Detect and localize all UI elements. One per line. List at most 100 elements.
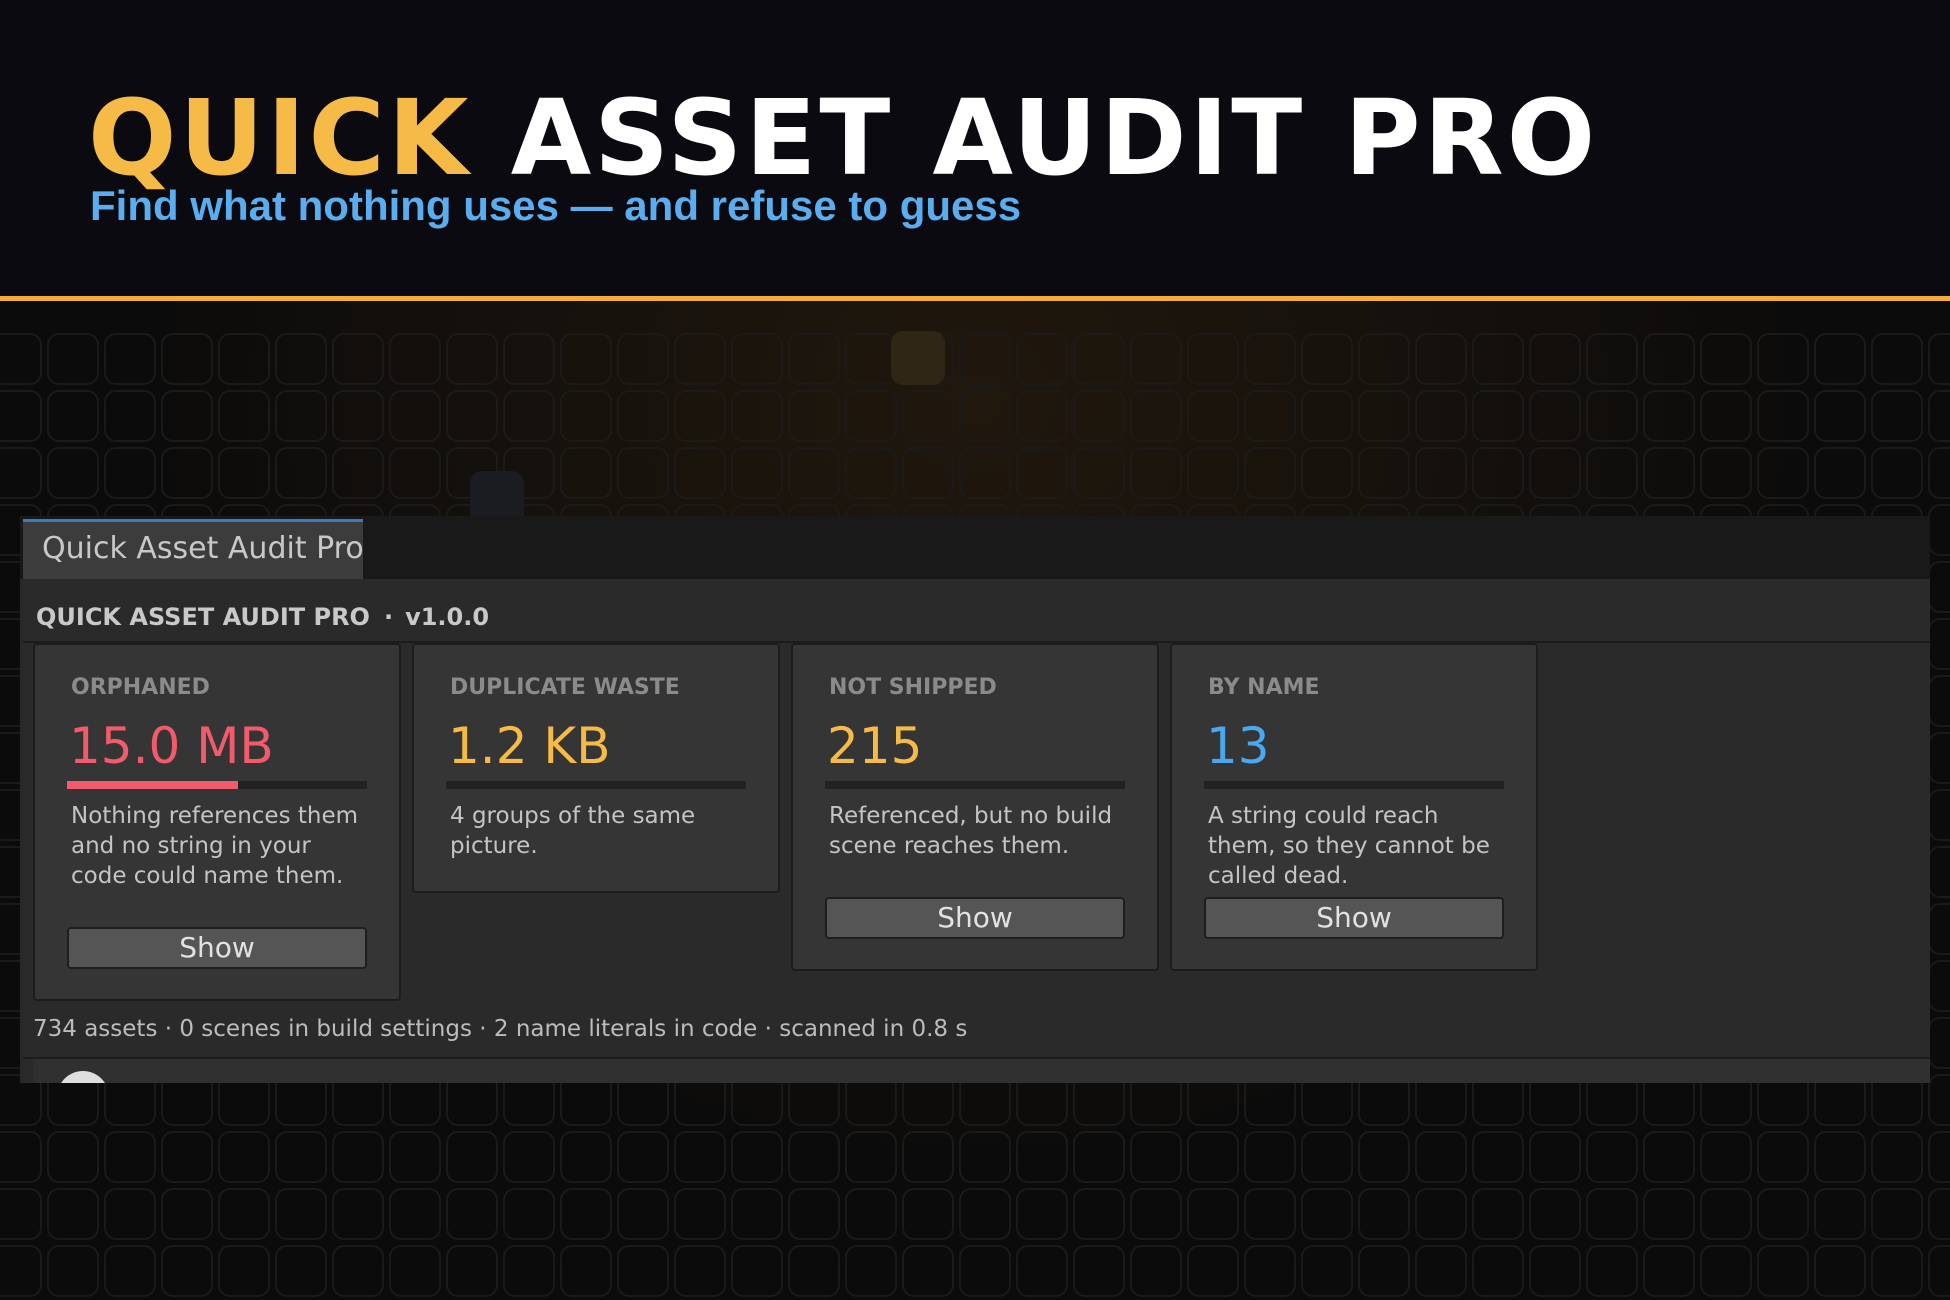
background-tile xyxy=(1073,333,1125,385)
show-by-name-button[interactable]: Show xyxy=(1204,897,1504,939)
background-tile xyxy=(0,333,42,385)
background-tile xyxy=(332,447,384,499)
background-tile xyxy=(218,1131,270,1183)
background-tile xyxy=(1757,1188,1809,1240)
background-tile xyxy=(503,390,555,442)
background-tile xyxy=(1472,390,1524,442)
background-tile xyxy=(1016,1188,1068,1240)
background-tile xyxy=(1586,1245,1638,1297)
background-tile xyxy=(1814,390,1866,442)
background-tile xyxy=(1757,1131,1809,1183)
background-tile xyxy=(1130,333,1182,385)
background-tile xyxy=(1187,1188,1239,1240)
background-tile xyxy=(161,390,213,442)
background-tile xyxy=(1073,1188,1125,1240)
background-tile xyxy=(1700,333,1752,385)
background-tile xyxy=(1814,1188,1866,1240)
background-tile xyxy=(0,1188,42,1240)
circle-icon[interactable] xyxy=(57,1071,109,1083)
background-tile xyxy=(1073,1131,1125,1183)
background-tile xyxy=(1928,789,1950,841)
background-tile xyxy=(1415,447,1467,499)
background-tile xyxy=(104,1188,156,1240)
background-tile xyxy=(1586,447,1638,499)
background-highlight-tile xyxy=(891,331,945,385)
background-tile xyxy=(1757,1245,1809,1297)
background-tile xyxy=(1586,1131,1638,1183)
background-tile xyxy=(1016,1131,1068,1183)
background-tile xyxy=(560,333,612,385)
background-tile xyxy=(1643,1131,1695,1183)
background-tile xyxy=(1928,903,1950,955)
background-tile xyxy=(674,390,726,442)
background-tile xyxy=(788,333,840,385)
card-description: Referenced, but no build scene reaches t… xyxy=(829,803,1113,859)
card-label: DUPLICATE WASTE xyxy=(450,675,680,700)
background-tile xyxy=(1016,447,1068,499)
card-label: BY NAME xyxy=(1208,675,1320,700)
background-tile xyxy=(275,1131,327,1183)
background-tile xyxy=(674,1188,726,1240)
card-duplicate-waste: DUPLICATE WASTE 1.2 KB 4 groups of the s… xyxy=(412,643,780,893)
background-tile xyxy=(617,390,669,442)
background-tile xyxy=(788,1131,840,1183)
show-orphaned-button[interactable]: Show xyxy=(67,927,367,969)
background-tile xyxy=(1814,1245,1866,1297)
background-tile xyxy=(503,1131,555,1183)
banner-headline: QUICK ASSET AUDIT PRO xyxy=(88,82,1598,194)
progress-bar xyxy=(825,781,1125,789)
background-tile xyxy=(902,447,954,499)
background-tile xyxy=(560,1245,612,1297)
show-not-shipped-button[interactable]: Show xyxy=(825,897,1125,939)
background-tile xyxy=(560,447,612,499)
background-tile xyxy=(389,390,441,442)
background-tile xyxy=(1415,1188,1467,1240)
background-tile xyxy=(275,390,327,442)
background-tile xyxy=(902,390,954,442)
background-tile xyxy=(731,333,783,385)
background-tile xyxy=(674,333,726,385)
background-tile xyxy=(1700,1188,1752,1240)
background-tile xyxy=(1187,390,1239,442)
tab-bar: Quick Asset Audit Pro xyxy=(20,516,1930,579)
background-tile xyxy=(617,1188,669,1240)
background-tile xyxy=(674,1131,726,1183)
background-tile xyxy=(1472,333,1524,385)
background-tile xyxy=(1016,390,1068,442)
background-tile xyxy=(1871,1245,1923,1297)
background-tile xyxy=(446,390,498,442)
tab-quick-asset-audit-pro[interactable]: Quick Asset Audit Pro xyxy=(23,519,364,579)
background-tile xyxy=(1130,1188,1182,1240)
background-tile xyxy=(1016,1245,1068,1297)
background-tile xyxy=(1529,390,1581,442)
background-tile xyxy=(560,390,612,442)
background-tile xyxy=(332,333,384,385)
background-tile xyxy=(731,1245,783,1297)
card-label: NOT SHIPPED xyxy=(829,675,997,700)
bottom-panel xyxy=(33,1059,1930,1083)
background-tile xyxy=(332,1131,384,1183)
background-tile xyxy=(1244,1188,1296,1240)
background-tile xyxy=(560,1131,612,1183)
background-tile xyxy=(1814,333,1866,385)
background-tile xyxy=(218,333,270,385)
background-tile xyxy=(275,333,327,385)
background-tile xyxy=(1529,447,1581,499)
background-tile xyxy=(731,390,783,442)
background-tile xyxy=(617,1245,669,1297)
background-tile xyxy=(1301,1188,1353,1240)
progress-bar xyxy=(67,781,367,789)
background-tile xyxy=(161,333,213,385)
background-tile xyxy=(1814,1131,1866,1183)
progress-fill xyxy=(67,781,238,789)
background-tile xyxy=(1928,1074,1950,1126)
background-tile xyxy=(1529,1188,1581,1240)
background-tile xyxy=(389,1245,441,1297)
background-tile xyxy=(1643,390,1695,442)
background-tile xyxy=(389,447,441,499)
background-tile xyxy=(845,1188,897,1240)
background-tile xyxy=(1928,618,1950,670)
background-tile xyxy=(104,390,156,442)
background-tile xyxy=(161,1131,213,1183)
background-tile xyxy=(617,333,669,385)
